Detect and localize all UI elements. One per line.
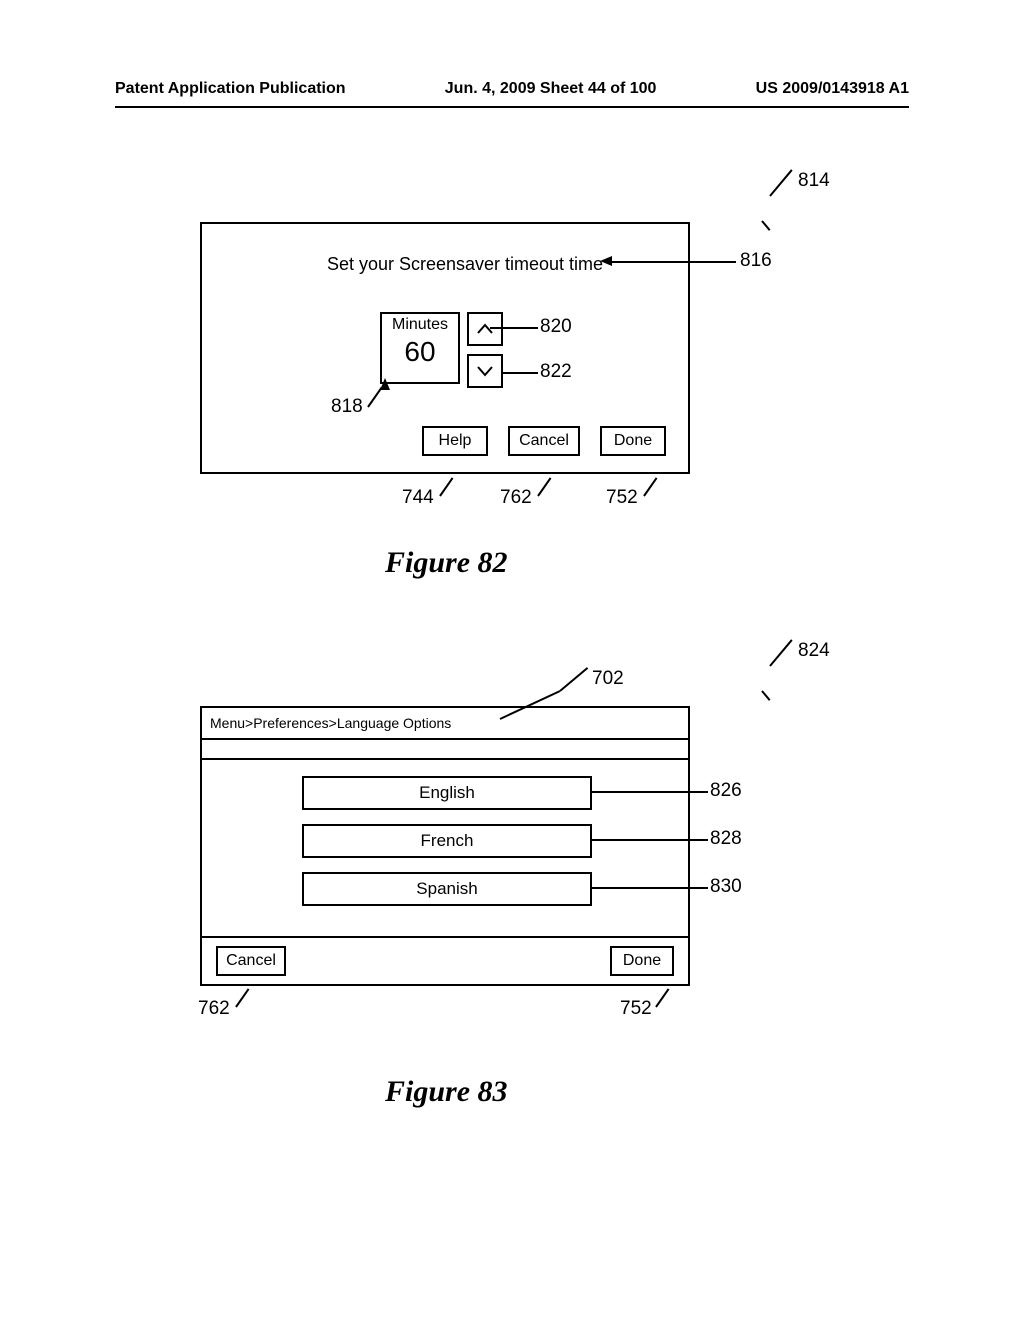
language-label: Spanish bbox=[416, 879, 477, 899]
lead-line bbox=[592, 839, 708, 841]
lead-line bbox=[502, 372, 538, 374]
chevron-up-icon bbox=[476, 323, 494, 335]
done-button-label: Done bbox=[614, 432, 652, 450]
ref-824: 824 bbox=[798, 640, 830, 662]
ref-820: 820 bbox=[540, 316, 572, 338]
done-button[interactable]: Done bbox=[610, 946, 674, 976]
ref-744: 744 bbox=[402, 487, 434, 509]
chevron-down-icon bbox=[476, 365, 494, 377]
minutes-label: Minutes bbox=[382, 316, 458, 334]
lead-tick bbox=[490, 327, 502, 329]
lead-line bbox=[643, 477, 657, 496]
ref-814: 814 bbox=[798, 170, 830, 192]
ref-818: 818 bbox=[331, 396, 363, 418]
ref-830: 830 bbox=[710, 876, 742, 898]
help-button[interactable]: Help bbox=[422, 426, 488, 456]
language-option-spanish[interactable]: Spanish bbox=[302, 872, 592, 906]
language-label: English bbox=[419, 783, 475, 803]
done-button[interactable]: Done bbox=[600, 426, 666, 456]
language-option-english[interactable]: English bbox=[302, 776, 592, 810]
lead-line bbox=[592, 791, 708, 793]
screensaver-timeout-panel: Set your Screensaver timeout time Minute… bbox=[200, 222, 690, 474]
lead-line bbox=[769, 639, 792, 666]
lead-line bbox=[439, 477, 453, 496]
lead-line bbox=[592, 887, 708, 889]
ref-762: 762 bbox=[500, 487, 532, 509]
minutes-display: Minutes 60 bbox=[380, 312, 460, 384]
bottom-bar: Cancel Done bbox=[202, 936, 688, 984]
done-button-label: Done bbox=[623, 952, 661, 970]
cancel-button[interactable]: Cancel bbox=[508, 426, 580, 456]
help-button-label: Help bbox=[439, 432, 472, 450]
ref-752b: 752 bbox=[620, 998, 652, 1020]
lead-line bbox=[655, 988, 669, 1007]
language-label: French bbox=[421, 831, 474, 851]
header-left: Patent Application Publication bbox=[115, 80, 346, 98]
arrow-tick bbox=[761, 220, 770, 230]
header-rule bbox=[115, 106, 909, 108]
lead-line bbox=[559, 667, 588, 692]
ref-752: 752 bbox=[606, 487, 638, 509]
lead-line bbox=[537, 477, 551, 496]
panel-title: Set your Screensaver timeout time bbox=[202, 254, 688, 275]
language-options-panel: Menu>Preferences>Language Options Englis… bbox=[200, 706, 690, 986]
header-right: US 2009/0143918 A1 bbox=[756, 80, 909, 98]
arrowhead-icon bbox=[380, 378, 390, 390]
cancel-button-label: Cancel bbox=[519, 432, 569, 450]
ref-822: 822 bbox=[540, 361, 572, 383]
minutes-increment-button[interactable] bbox=[467, 312, 503, 346]
lead-line bbox=[610, 261, 736, 263]
header-center: Jun. 4, 2009 Sheet 44 of 100 bbox=[445, 80, 657, 98]
figure-83-caption: Figure 83 bbox=[385, 1075, 508, 1109]
minutes-decrement-button[interactable] bbox=[467, 354, 503, 388]
lead-line bbox=[502, 327, 538, 329]
figure-82-caption: Figure 82 bbox=[385, 546, 508, 580]
arrow-tick bbox=[761, 690, 770, 700]
breadcrumb-text: Menu>Preferences>Language Options bbox=[210, 715, 451, 731]
ref-762b: 762 bbox=[198, 998, 230, 1020]
ref-816: 816 bbox=[740, 250, 772, 272]
divider bbox=[202, 758, 688, 760]
ref-826: 826 bbox=[710, 780, 742, 802]
ref-828: 828 bbox=[710, 828, 742, 850]
cancel-button[interactable]: Cancel bbox=[216, 946, 286, 976]
ref-702: 702 bbox=[592, 668, 624, 690]
minutes-value: 60 bbox=[382, 336, 458, 368]
cancel-button-label: Cancel bbox=[226, 952, 276, 970]
arrowhead-icon bbox=[600, 256, 612, 266]
breadcrumb: Menu>Preferences>Language Options bbox=[202, 708, 688, 740]
lead-line bbox=[769, 169, 792, 196]
language-option-french[interactable]: French bbox=[302, 824, 592, 858]
page-header: Patent Application Publication Jun. 4, 2… bbox=[115, 80, 909, 98]
lead-line bbox=[235, 988, 249, 1007]
